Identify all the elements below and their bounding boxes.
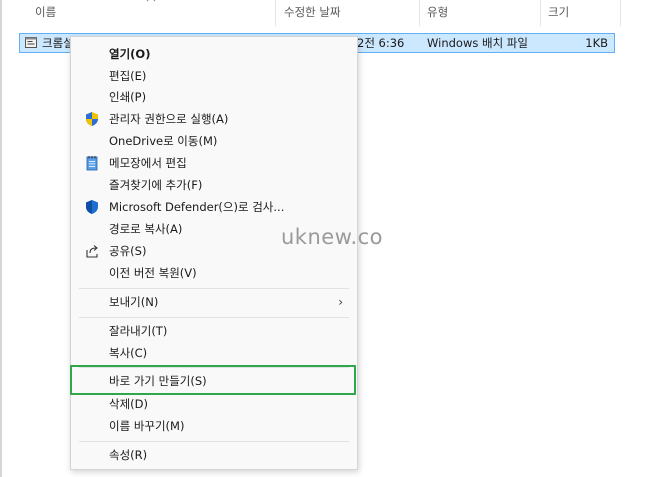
highlight-box	[70, 365, 356, 395]
menu-item-label: 인쇄(P)	[109, 90, 147, 104]
menu-item-label: 잘라내기(T)	[109, 324, 168, 338]
menu-item-add-favorites[interactable]: 즐겨찾기에 추가(F)	[75, 174, 353, 196]
menu-item-label: 이름 바꾸기(M)	[109, 419, 185, 433]
menu-item-copy[interactable]: 복사(C)	[75, 342, 353, 364]
menu-item-open[interactable]: 열기(O)	[75, 43, 353, 65]
menu-item-run-as-admin[interactable]: 관리자 권한으로 실행(A)	[75, 108, 353, 130]
column-header-name[interactable]: 이름	[35, 0, 56, 26]
menu-item-label: 경로로 복사(A)	[109, 222, 183, 236]
file-type: Windows 배치 파일	[427, 36, 528, 50]
notepad-icon	[86, 156, 98, 171]
menu-separator	[79, 441, 349, 442]
menu-item-label: 보내기(N)	[109, 295, 159, 309]
menu-item-edit-notepad[interactable]: 메모장에서 편집	[75, 152, 353, 174]
menu-item-rename[interactable]: 이름 바꾸기(M)	[75, 415, 353, 437]
sort-ascending-icon	[146, 0, 156, 2]
menu-item-defender-scan[interactable]: Microsoft Defender(으)로 검사...	[75, 196, 353, 218]
menu-item-label: 즐겨찾기에 추가(F)	[109, 178, 203, 192]
column-header-size[interactable]: 크기	[548, 0, 569, 26]
menu-separator	[79, 288, 349, 289]
menu-item-label: Microsoft Defender(으)로 검사...	[109, 200, 285, 214]
menu-item-properties[interactable]: 속성(R)	[75, 444, 353, 466]
menu-item-label: 공유(S)	[109, 244, 147, 258]
menu-item-label: 편집(E)	[109, 69, 147, 83]
window-edge	[0, 0, 2, 477]
uac-shield-icon	[86, 112, 98, 126]
column-header-type[interactable]: 유형	[427, 0, 448, 26]
menu-item-label: 열기(O)	[109, 47, 151, 61]
menu-item-label: 관리자 권한으로 실행(A)	[109, 112, 229, 126]
menu-item-label: 속성(R)	[109, 448, 148, 462]
column-header-modified[interactable]: 수정한 날짜	[284, 0, 341, 26]
menu-item-delete[interactable]: 삭제(D)	[75, 393, 353, 415]
column-divider[interactable]	[620, 0, 621, 26]
menu-item-move-onedrive[interactable]: OneDrive로 이동(M)	[75, 130, 353, 152]
menu-item-label: 삭제(D)	[109, 397, 148, 411]
column-header-row: 이름 수정한 날짜 유형 크기	[0, 0, 669, 26]
file-size: 1KB	[585, 36, 608, 50]
menu-item-label: 메모장에서 편집	[109, 156, 187, 170]
file-date: 2전 6:36	[357, 36, 405, 50]
column-divider[interactable]	[275, 0, 276, 26]
menu-separator	[79, 317, 349, 318]
menu-item-print[interactable]: 인쇄(P)	[75, 86, 353, 108]
column-divider[interactable]	[540, 0, 541, 26]
menu-item-label: 이전 버전 복원(V)	[109, 266, 197, 280]
menu-item-label: 복사(C)	[109, 346, 148, 360]
context-menu: 열기(O) 편집(E) 인쇄(P) 관리자 권한으로 실행(A) OneDriv…	[70, 36, 358, 470]
menu-item-restore-previous[interactable]: 이전 버전 복원(V)	[75, 262, 353, 284]
batch-file-icon	[25, 37, 37, 48]
defender-shield-icon	[86, 200, 98, 214]
watermark: uknew.co	[281, 225, 384, 249]
menu-item-edit[interactable]: 편집(E)	[75, 65, 353, 87]
file-name: 크롬설	[42, 36, 74, 50]
share-icon	[86, 245, 98, 258]
chevron-right-icon: ›	[338, 295, 343, 309]
column-divider[interactable]	[419, 0, 420, 26]
menu-item-cut[interactable]: 잘라내기(T)	[75, 320, 353, 342]
menu-item-send-to[interactable]: 보내기(N) ›	[75, 291, 353, 313]
menu-item-label: OneDrive로 이동(M)	[109, 134, 218, 148]
